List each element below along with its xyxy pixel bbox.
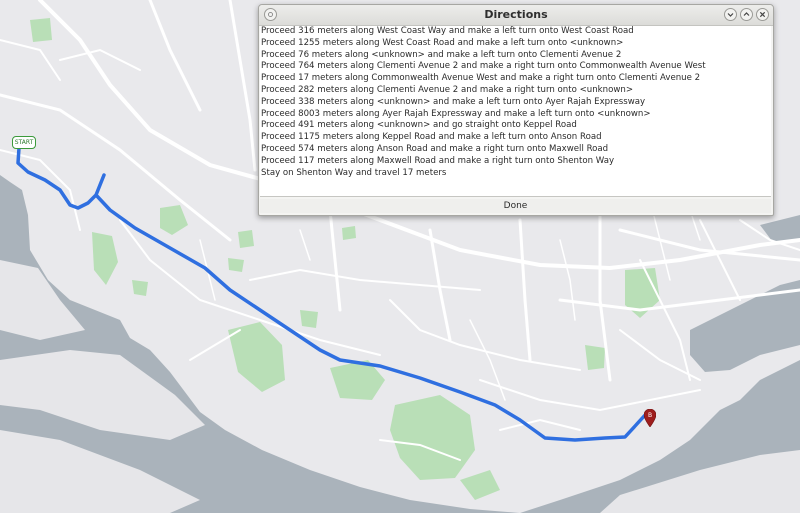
minimize-button[interactable]	[724, 8, 737, 21]
direction-step[interactable]: Proceed 76 meters along <unknown> and ma…	[260, 50, 771, 62]
direction-step[interactable]: Proceed 282 meters along Clementi Avenue…	[260, 85, 771, 97]
close-button[interactable]	[756, 8, 769, 21]
route-start-marker[interactable]: START	[12, 136, 36, 149]
direction-step[interactable]: Proceed 316 meters along West Coast Way …	[260, 26, 771, 38]
directions-dialog: Directions Proceed 316 meters along West…	[258, 4, 774, 216]
destination-pin-label: B	[648, 412, 652, 419]
direction-step[interactable]: Proceed 1255 meters along West Coast Roa…	[260, 38, 771, 50]
direction-step[interactable]: Proceed 574 meters along Anson Road and …	[260, 144, 771, 156]
directions-list[interactable]: Proceed 316 meters along West Coast Way …	[260, 26, 771, 197]
chevron-up-icon	[743, 12, 750, 16]
direction-step[interactable]: Proceed 338 meters along <unknown> and m…	[260, 97, 771, 109]
dialog-titlebar[interactable]: Directions	[259, 5, 773, 26]
maximize-button[interactable]	[740, 8, 753, 21]
direction-step[interactable]: Proceed 1175 meters along Keppel Road an…	[260, 132, 771, 144]
direction-step[interactable]: Proceed 117 meters along Maxwell Road an…	[260, 156, 771, 168]
direction-step[interactable]: Stay on Shenton Way and travel 17 meters	[260, 168, 771, 180]
close-icon	[759, 11, 766, 18]
dialog-title: Directions	[484, 8, 548, 21]
direction-step[interactable]: Proceed 8003 meters along Ayer Rajah Exp…	[260, 109, 771, 121]
chevron-down-icon	[727, 13, 734, 17]
done-button[interactable]: Done	[260, 199, 771, 213]
direction-step[interactable]: Proceed 17 meters along Commonwealth Ave…	[260, 73, 771, 85]
direction-step[interactable]: Proceed 491 meters along <unknown> and g…	[260, 120, 771, 132]
destination-pin-icon[interactable]: B	[644, 409, 656, 427]
direction-step[interactable]: Proceed 764 meters along Clementi Avenue…	[260, 61, 771, 73]
